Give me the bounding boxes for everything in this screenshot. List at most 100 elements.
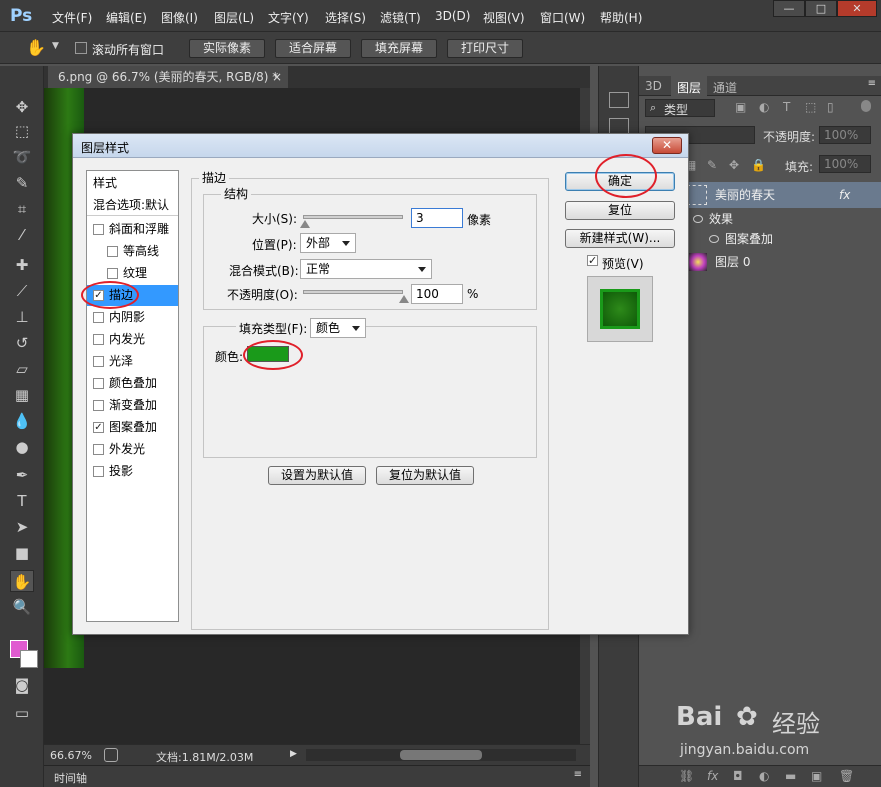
layer-fill-field[interactable]: 100% [819, 155, 871, 173]
style-list-item[interactable]: 颜色叠加 [87, 373, 178, 394]
style-list-item[interactable]: 投影 [87, 461, 178, 482]
zoom-tool-icon[interactable]: 🔍 [10, 596, 34, 618]
panel-menu-icon[interactable]: ≡ [868, 78, 876, 89]
style-list-item[interactable]: 等高线 [87, 241, 178, 262]
style-checkbox[interactable]: ✓ [93, 422, 104, 433]
make-default-button[interactable]: 设置为默认值 [268, 466, 366, 485]
style-checkbox[interactable] [93, 444, 104, 455]
blend-mode-select[interactable]: 正常 [300, 259, 432, 279]
style-checkbox[interactable] [93, 334, 104, 345]
opacity-field[interactable]: 100 [411, 284, 463, 304]
menu-image[interactable]: 图像(I) [161, 9, 198, 26]
background-color-swatch[interactable] [20, 650, 38, 668]
hand-tool-icon[interactable]: ✋ [10, 570, 34, 592]
effects-eye-icon[interactable] [693, 215, 703, 223]
menu-help[interactable]: 帮助(H) [600, 9, 642, 26]
filter-smart-icon[interactable]: ▯ [827, 100, 834, 114]
style-checkbox[interactable] [107, 268, 118, 279]
layer-filter-select[interactable]: ⌕ 类型 [645, 99, 715, 117]
menu-view[interactable]: 视图(V) [483, 9, 525, 26]
position-select[interactable]: 外部 [300, 233, 356, 253]
style-checkbox[interactable] [93, 312, 104, 323]
pen-tool-icon[interactable]: ✒ [10, 464, 34, 486]
dialog-close-button[interactable]: ✕ [652, 137, 682, 154]
style-list-item[interactable]: 斜面和浮雕 [87, 219, 178, 240]
layer-opacity-field[interactable]: 100% [819, 126, 871, 144]
style-list-item[interactable]: 渐变叠加 [87, 395, 178, 416]
timeline-label[interactable]: 时间轴 [54, 770, 87, 786]
opacity-slider[interactable] [303, 290, 409, 303]
info-panel-icon[interactable] [609, 118, 629, 134]
fit-screen-button[interactable]: 适合屏幕 [275, 39, 351, 58]
timeline-menu-icon[interactable]: ≡ [574, 769, 582, 780]
dodge-tool-icon[interactable]: ● [10, 436, 34, 458]
menu-file[interactable]: 文件(F) [52, 9, 92, 26]
eyedropper-tool-icon[interactable]: ⁄ [10, 224, 34, 246]
close-window-button[interactable]: ✕ [837, 0, 877, 17]
lock-all-icon[interactable]: 🔒 [751, 158, 766, 172]
minimize-button[interactable]: — [773, 0, 805, 17]
actual-pixels-button[interactable]: 实际像素 [189, 39, 265, 58]
quick-select-tool-icon[interactable]: ✎ [10, 172, 34, 194]
filter-type-icon[interactable]: T [783, 100, 790, 114]
menu-layer[interactable]: 图层(L) [214, 9, 254, 26]
style-checkbox[interactable] [93, 356, 104, 367]
size-field[interactable]: 3 [411, 208, 463, 228]
brush-tool-icon[interactable]: ⟋ [10, 280, 34, 302]
menu-select[interactable]: 选择(S) [325, 9, 366, 26]
crop-tool-icon[interactable]: ⌗ [10, 198, 34, 220]
status-arrow-icon[interactable]: ▶ [290, 749, 297, 759]
hand-tool-icon[interactable]: ✋ [26, 38, 46, 57]
quick-mask-icon[interactable]: ◙ [10, 674, 34, 696]
menu-type[interactable]: 文字(Y) [268, 9, 309, 26]
preview-checkbox[interactable]: ✓ [587, 255, 598, 266]
style-list-item[interactable]: 内发光 [87, 329, 178, 350]
style-list-item[interactable]: 光泽 [87, 351, 178, 372]
filter-pixel-icon[interactable]: ▣ [735, 100, 746, 114]
blur-tool-icon[interactable]: 💧 [10, 410, 34, 432]
healing-tool-icon[interactable]: ✚ [10, 254, 34, 276]
menu-filter[interactable]: 滤镜(T) [380, 9, 421, 26]
screen-mode-icon[interactable]: ▭ [10, 702, 34, 724]
document-tab[interactable]: 6.png @ 66.7% (美丽的春天, RGB/8) * × [48, 66, 288, 88]
tab-3d[interactable]: 3D [645, 79, 662, 93]
style-list-item[interactable]: ✓ 图案叠加 [87, 417, 178, 438]
menu-3d[interactable]: 3D(D) [435, 9, 470, 23]
reset-button[interactable]: 复位 [565, 201, 675, 220]
style-checkbox[interactable] [93, 400, 104, 411]
menu-edit[interactable]: 编辑(E) [106, 9, 147, 26]
filter-toggle-icon[interactable] [861, 100, 871, 112]
clone-stamp-tool-icon[interactable]: ⊥ [10, 306, 34, 328]
shape-tool-icon[interactable]: ■ [10, 542, 34, 564]
dialog-titlebar[interactable]: 图层样式 ✕ [73, 134, 688, 158]
horizontal-scrollbar-thumb[interactable] [400, 750, 482, 760]
eraser-tool-icon[interactable]: ▱ [10, 358, 34, 380]
marquee-tool-icon[interactable]: ⬚ [10, 120, 34, 142]
close-tab-icon[interactable]: × [272, 66, 282, 88]
tool-preset-arrow-icon[interactable]: ▼ [52, 41, 59, 51]
fill-type-select[interactable]: 颜色 [310, 318, 366, 338]
style-checkbox[interactable] [107, 246, 118, 257]
history-brush-tool-icon[interactable]: ↺ [10, 332, 34, 354]
tab-channels[interactable]: 通道 [713, 79, 737, 96]
tab-layers[interactable]: 图层 [671, 76, 708, 99]
style-checkbox[interactable] [93, 466, 104, 477]
status-menu-icon[interactable] [104, 748, 118, 762]
style-checkbox[interactable] [93, 378, 104, 389]
filter-adjust-icon[interactable]: ◐ [759, 100, 769, 114]
lock-position-icon[interactable]: ✥ [729, 158, 739, 172]
style-list-item[interactable]: 内阴影 [87, 307, 178, 328]
filter-shape-icon[interactable]: ⬚ [805, 100, 816, 114]
histogram-panel-icon[interactable] [609, 92, 629, 108]
style-list-item[interactable]: 混合选项:默认 [87, 195, 178, 216]
reset-default-button[interactable]: 复位为默认值 [376, 466, 474, 485]
opacity-slider-thumb[interactable] [399, 295, 409, 303]
zoom-level[interactable]: 66.67% [50, 749, 92, 762]
scroll-all-checkbox[interactable] [75, 42, 87, 54]
path-select-tool-icon[interactable]: ➤ [10, 516, 34, 538]
gradient-tool-icon[interactable]: ▦ [10, 384, 34, 406]
fx-icon[interactable]: fx [839, 184, 850, 206]
new-style-button[interactable]: 新建样式(W)... [565, 229, 675, 248]
move-tool-icon[interactable]: ✥ [10, 96, 34, 118]
type-tool-icon[interactable]: T [10, 490, 34, 512]
